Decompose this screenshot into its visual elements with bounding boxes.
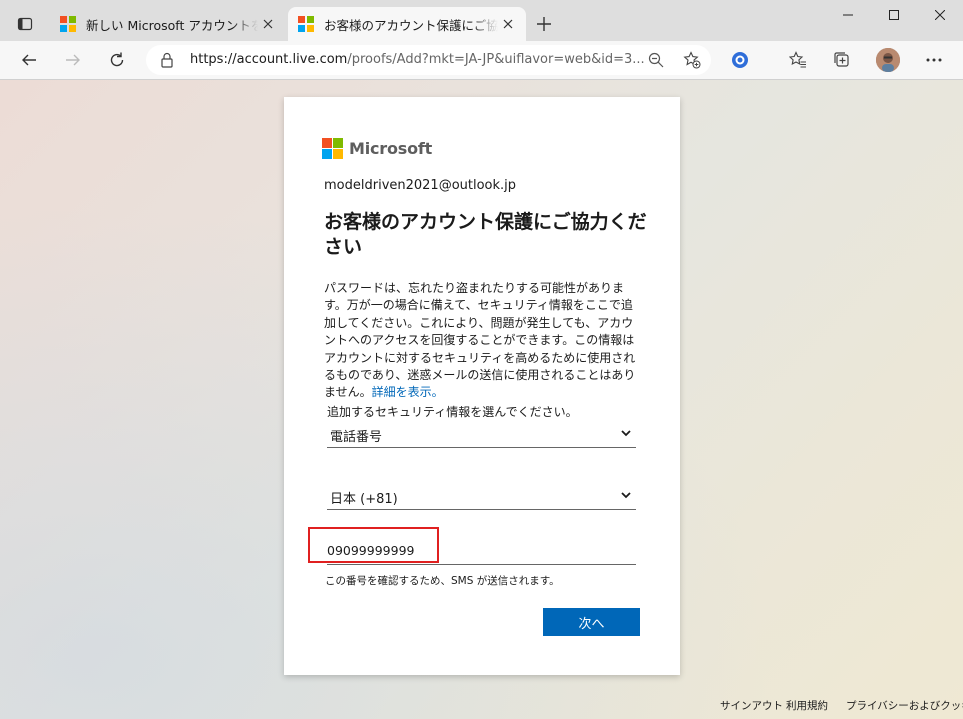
security-method-value: 電話番号 xyxy=(330,430,383,445)
arrow-left-icon xyxy=(22,54,36,66)
more-icon xyxy=(926,58,942,62)
address-url: https://account.live.com/proofs/Add?mkt=… xyxy=(190,52,645,67)
brand-name: Microsoft xyxy=(349,138,433,158)
details-link[interactable]: 詳細を表示。 xyxy=(372,385,444,399)
tab-close-button[interactable] xyxy=(498,14,518,34)
account-email: modeldriven2021@outlook.jp xyxy=(324,178,517,193)
microsoft-favicon-icon xyxy=(298,16,314,32)
tab-bar: 新しい Microsoft アカウントを作成する お客様のアカウント保護にご協力… xyxy=(0,0,963,41)
tab-title: お客様のアカウント保護にご協力ください xyxy=(324,17,498,33)
footer-terms-link[interactable]: 利用規約 xyxy=(786,698,828,713)
globe-icon xyxy=(732,52,748,68)
collections-icon xyxy=(834,52,849,67)
new-tab-button[interactable] xyxy=(532,12,556,36)
tab-actions-icon xyxy=(17,17,33,31)
add-favorite-icon[interactable] xyxy=(683,51,701,69)
maximize-button[interactable] xyxy=(871,0,917,30)
close-icon xyxy=(935,10,945,20)
phone-number-input[interactable] xyxy=(327,537,636,565)
arrow-right-icon xyxy=(66,54,80,66)
profile-avatar[interactable] xyxy=(876,48,900,72)
minimize-button[interactable] xyxy=(825,0,871,30)
browser-toolbar: https://account.live.com/proofs/Add?mkt=… xyxy=(0,41,963,80)
refresh-button[interactable] xyxy=(102,45,132,75)
avatar-icon xyxy=(876,48,900,72)
back-button[interactable] xyxy=(14,45,44,75)
plus-icon xyxy=(537,17,551,31)
tab-close-button[interactable] xyxy=(258,14,278,34)
microsoft-logo: Microsoft xyxy=(322,137,432,159)
country-code-select[interactable]: 日本 (+81) xyxy=(327,482,636,510)
microsoft-favicon-icon xyxy=(60,16,76,32)
page-background: Microsoft modeldriven2021@outlook.jp お客様… xyxy=(0,80,963,719)
description-text: パスワードは、忘れたり盗まれたりする可能性があります。万が一の場合に備えて、セキ… xyxy=(324,281,636,400)
collections-button[interactable] xyxy=(827,45,857,75)
country-code-value: 日本 (+81) xyxy=(330,492,398,507)
lock-icon[interactable] xyxy=(160,52,174,68)
zoom-out-icon[interactable] xyxy=(648,52,664,68)
chevron-down-icon xyxy=(621,492,631,499)
favorites-icon xyxy=(789,51,806,68)
footer-privacy-link[interactable]: プライバシーおよびクッキー xyxy=(846,698,963,713)
maximize-icon xyxy=(889,10,899,20)
close-icon xyxy=(503,19,513,29)
tab-create-account[interactable]: 新しい Microsoft アカウントを作成する xyxy=(50,7,286,41)
close-window-button[interactable] xyxy=(917,0,963,30)
security-method-select[interactable]: 電話番号 xyxy=(327,420,636,448)
url-host: https://account.live.com xyxy=(190,52,348,67)
security-info-label: 追加するセキュリティ情報を選んでください。 xyxy=(327,405,578,419)
forward-button[interactable] xyxy=(58,45,88,75)
next-button[interactable]: 次へ xyxy=(543,608,640,636)
settings-more-button[interactable] xyxy=(919,45,949,75)
page-title: お客様のアカウント保護にご協力ください xyxy=(324,211,647,258)
address-bar[interactable]: https://account.live.com/proofs/Add?mkt=… xyxy=(146,45,711,75)
chevron-down-icon xyxy=(621,430,631,437)
tab-title: 新しい Microsoft アカウントを作成する xyxy=(86,17,258,33)
url-path: /proofs/Add?mkt=JA-JP&uiflavor=web&id=3.… xyxy=(347,52,645,67)
footer-signout-link[interactable]: サインアウト xyxy=(720,698,783,713)
refresh-icon xyxy=(110,52,124,67)
microsoft-logo-icon xyxy=(322,137,343,159)
sms-note: この番号を確認するため、SMS が送信されます。 xyxy=(325,575,560,587)
edge-extension-button[interactable] xyxy=(725,45,755,75)
close-icon xyxy=(263,19,273,29)
description: パスワードは、忘れたり盗まれたりする可能性があります。万が一の場合に備えて、セキ… xyxy=(324,280,644,402)
favorites-button[interactable] xyxy=(783,45,813,75)
tab-actions-button[interactable] xyxy=(10,9,40,39)
minimize-icon xyxy=(843,14,853,16)
proofs-card: Microsoft modeldriven2021@outlook.jp お客様… xyxy=(284,97,680,675)
tab-account-protection[interactable]: お客様のアカウント保護にご協力ください xyxy=(288,7,526,41)
